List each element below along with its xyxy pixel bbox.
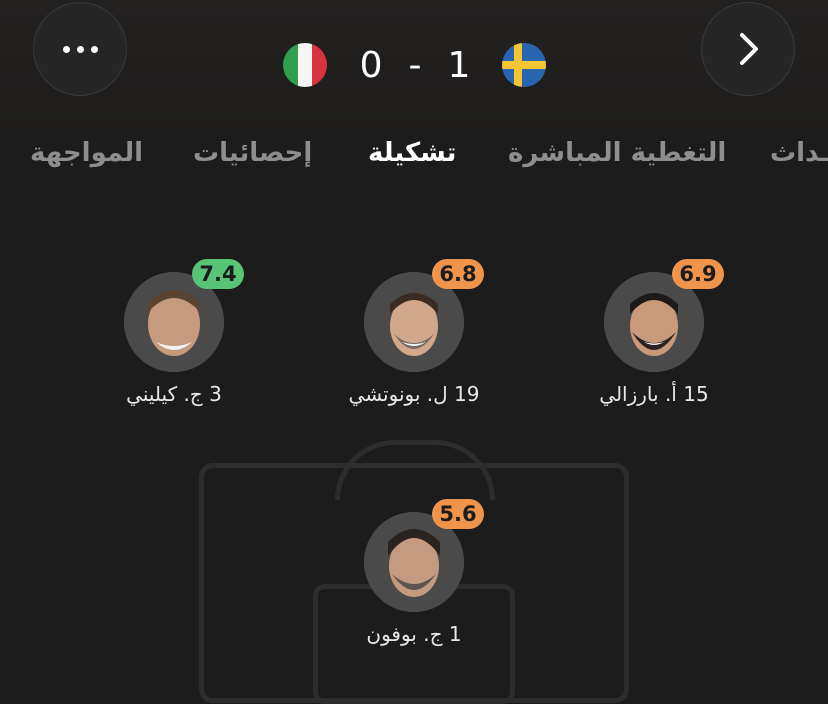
italy-flag-icon <box>283 43 327 87</box>
player-rating-badge: 5.6 <box>432 499 484 529</box>
tab-events[interactable]: ـداث <box>770 138 828 168</box>
chevron-right-icon <box>740 33 758 65</box>
tab-statistics[interactable]: إحصائيات <box>193 138 312 168</box>
next-match-button[interactable] <box>701 2 795 96</box>
player-rating-badge: 6.8 <box>432 259 484 289</box>
scoreboard: 0 - 1 <box>340 40 490 90</box>
score-separator: - <box>408 44 422 86</box>
sweden-flag-icon <box>502 43 546 87</box>
tab-lineup[interactable]: تشكيلة <box>368 138 456 168</box>
player-name: 1 ج. بوفون <box>366 622 462 646</box>
away-score: 1 <box>447 44 471 86</box>
match-header: 0 - 1 <box>0 0 828 130</box>
player-name: 15 أ. بارزالي <box>599 382 709 406</box>
home-score: 0 <box>359 44 383 86</box>
player-rating-badge: 6.9 <box>672 259 724 289</box>
more-icon <box>62 45 98 53</box>
player-name: 19 ل. بونوتشي <box>348 382 480 406</box>
player-name: 3 ج. كيليني <box>126 382 222 406</box>
tab-head-to-head[interactable]: المواجهة <box>30 138 143 168</box>
tab-bar: المواجهة إحصائيات تشكيلة التغطية المباشر… <box>0 138 828 178</box>
more-button[interactable] <box>33 2 127 96</box>
tab-live-coverage[interactable]: التغطية المباشرة <box>508 138 726 168</box>
player-rating-badge: 7.4 <box>192 259 244 289</box>
